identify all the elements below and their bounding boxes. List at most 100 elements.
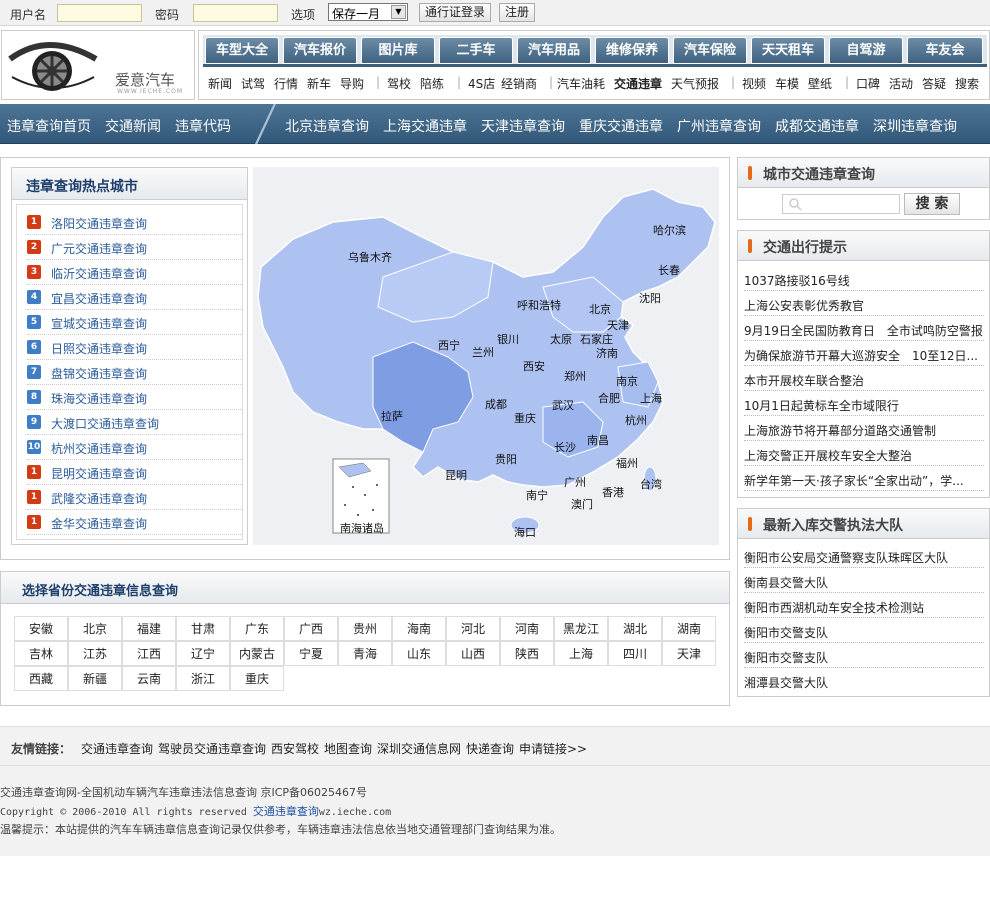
list-item[interactable]: 2 广元交通违章查询 xyxy=(27,235,243,260)
map-city-label[interactable]: 西安 xyxy=(523,358,545,374)
section-link[interactable]: 违章查询首页 xyxy=(7,116,91,136)
map-city-label[interactable]: 乌鲁木齐 xyxy=(348,249,392,265)
province-link[interactable]: 吉林 xyxy=(14,641,68,666)
province-link[interactable]: 云南 xyxy=(122,666,176,691)
subnav-link[interactable]: 汽车油耗 xyxy=(557,75,605,92)
register-button[interactable]: 注册 xyxy=(499,3,535,22)
subnav-link[interactable]: 新闻 xyxy=(208,75,232,92)
subnav-link[interactable]: 导购 xyxy=(340,75,364,92)
police-item[interactable]: 衡南县交警大队 xyxy=(744,568,984,593)
city-link[interactable]: 天津违章查询 xyxy=(481,116,565,136)
city-link[interactable]: 盘锦交通违章查询 xyxy=(51,365,147,382)
map-city-label[interactable]: 拉萨 xyxy=(381,408,403,424)
nav-tab[interactable]: 二手车 xyxy=(439,37,513,64)
province-link[interactable]: 陕西 xyxy=(500,641,554,666)
list-item[interactable]: 3 临沂交通违章查询 xyxy=(27,260,243,285)
city-link[interactable]: 广州违章查询 xyxy=(677,116,761,136)
search-button[interactable]: 搜 索 xyxy=(904,193,960,215)
city-link[interactable]: 深圳违章查询 xyxy=(873,116,957,136)
province-link[interactable]: 广东 xyxy=(230,616,284,641)
map-city-label[interactable]: 海口 xyxy=(514,524,536,540)
news-item[interactable]: 上海旅游节将开幕部分道路交通管制 xyxy=(744,416,984,441)
province-link[interactable]: 山东 xyxy=(392,641,446,666)
map-city-label[interactable]: 合肥 xyxy=(598,390,620,406)
news-item[interactable]: 上海交警正开展校车安全大整治 xyxy=(744,441,984,466)
map-city-label[interactable]: 台湾 xyxy=(640,476,662,492)
map-city-label[interactable]: 银川 xyxy=(497,331,519,347)
map-city-label[interactable]: 南昌 xyxy=(587,432,609,448)
city-link[interactable]: 大渡口交通违章查询 xyxy=(51,415,159,432)
city-link[interactable]: 上海交通违章 xyxy=(383,116,467,136)
nav-tab[interactable]: 车友会 xyxy=(907,37,983,64)
police-item[interactable]: 湘潭县交警大队 xyxy=(744,668,984,693)
nav-tab[interactable]: 汽车报价 xyxy=(283,37,357,64)
subnav-link[interactable]: 陪练 xyxy=(420,75,444,92)
news-item[interactable]: 9月19日全民国防教育日 全市试鸣防空警报 xyxy=(744,316,984,341)
city-link[interactable]: 临沂交通违章查询 xyxy=(51,265,147,282)
city-link[interactable]: 洛阳交通违章查询 xyxy=(51,215,147,232)
province-link[interactable]: 湖北 xyxy=(608,616,662,641)
province-link[interactable]: 安徽 xyxy=(14,616,68,641)
nav-tab[interactable]: 图片库 xyxy=(361,37,435,64)
map-city-label[interactable]: 长沙 xyxy=(554,439,576,455)
subnav-link[interactable]: 活动 xyxy=(889,75,913,92)
list-item[interactable]: 4 宜昌交通违章查询 xyxy=(27,285,243,310)
friend-link[interactable]: 深圳交通信息网 xyxy=(377,740,461,757)
section-link[interactable]: 交通新闻 xyxy=(105,116,161,136)
list-item[interactable]: 8 珠海交通违章查询 xyxy=(27,385,243,410)
nav-tab[interactable]: 车型大全 xyxy=(205,37,279,64)
map-city-label[interactable]: 重庆 xyxy=(514,410,536,426)
police-item[interactable]: 衡阳市交警支队 xyxy=(744,618,984,643)
subnav-link-active[interactable]: 交通违章 xyxy=(614,75,662,92)
subnav-link[interactable]: 试驾 xyxy=(241,75,265,92)
map-city-label[interactable]: 哈尔滨 xyxy=(653,222,686,238)
news-item[interactable]: 新学年第一天·孩子家长“全家出动”，学... xyxy=(744,466,984,491)
city-link[interactable]: 昆明交通违章查询 xyxy=(51,465,147,482)
nav-tab[interactable]: 天天租车 xyxy=(751,37,825,64)
police-item[interactable]: 衡阳市西湖机动车安全技术检测站 xyxy=(744,593,984,618)
city-link[interactable]: 武隆交通违章查询 xyxy=(51,490,147,507)
friend-link[interactable]: 地图查询 xyxy=(324,740,372,757)
subnav-link[interactable]: 视频 xyxy=(742,75,766,92)
province-link[interactable]: 上海 xyxy=(554,641,608,666)
province-link[interactable]: 四川 xyxy=(608,641,662,666)
list-item[interactable]: 1 昆明交通违章查询 xyxy=(27,460,243,485)
city-link[interactable]: 重庆交通违章 xyxy=(579,116,663,136)
province-link[interactable]: 贵州 xyxy=(338,616,392,641)
subnav-link[interactable]: 口碑 xyxy=(856,75,880,92)
map-city-label[interactable]: 福州 xyxy=(616,455,638,471)
site-logo[interactable]: 爱意汽车 WWW.IECHE.COM xyxy=(1,30,195,100)
city-search-input[interactable] xyxy=(782,194,900,214)
map-city-label[interactable]: 成都 xyxy=(485,396,507,412)
news-item[interactable]: 上海公安表彰优秀教官 xyxy=(744,291,984,316)
nav-tab[interactable]: 自驾游 xyxy=(829,37,903,64)
china-map[interactable]: 乌鲁木齐 哈尔滨 长春 沈阳 呼和浩特 北京 天津 银川 太原 石家庄 济南 西… xyxy=(253,167,719,545)
city-link[interactable]: 金华交通违章查询 xyxy=(51,515,147,532)
subnav-link[interactable]: 搜索 xyxy=(955,75,979,92)
list-item[interactable]: 1 武隆交通违章查询 xyxy=(27,485,243,510)
province-link[interactable]: 内蒙古 xyxy=(230,641,284,666)
map-city-label[interactable]: 武汉 xyxy=(552,397,574,413)
list-item[interactable]: 1 金华交通违章查询 xyxy=(27,510,243,535)
list-item[interactable]: 5 宣城交通违章查询 xyxy=(27,310,243,335)
news-item[interactable]: 为确保旅游节开幕大巡游安全 10至12日... xyxy=(744,341,984,366)
password-input[interactable] xyxy=(193,4,278,22)
city-link[interactable]: 宣城交通违章查询 xyxy=(51,315,147,332)
map-city-label[interactable]: 杭州 xyxy=(625,412,647,428)
news-item[interactable]: 1037路接驳16号线 xyxy=(744,266,984,291)
police-item[interactable]: 衡阳市公安局交通警察支队珠晖区大队 xyxy=(744,543,984,568)
province-link[interactable]: 宁夏 xyxy=(284,641,338,666)
subnav-link[interactable]: 行情 xyxy=(274,75,298,92)
list-item[interactable]: 1 洛阳交通违章查询 xyxy=(27,210,243,235)
list-item[interactable]: 6 日照交通违章查询 xyxy=(27,335,243,360)
subnav-link[interactable]: 壁纸 xyxy=(808,75,832,92)
province-link[interactable]: 湖南 xyxy=(662,616,716,641)
province-link[interactable]: 江苏 xyxy=(68,641,122,666)
city-link[interactable]: 北京违章查询 xyxy=(285,116,369,136)
map-city-label[interactable]: 香港 xyxy=(602,484,624,500)
province-link[interactable]: 新疆 xyxy=(68,666,122,691)
subnav-link[interactable]: 天气预报 xyxy=(671,75,719,92)
province-link[interactable]: 辽宁 xyxy=(176,641,230,666)
province-link[interactable]: 山西 xyxy=(446,641,500,666)
friend-link[interactable]: 西安驾校 xyxy=(271,740,319,757)
